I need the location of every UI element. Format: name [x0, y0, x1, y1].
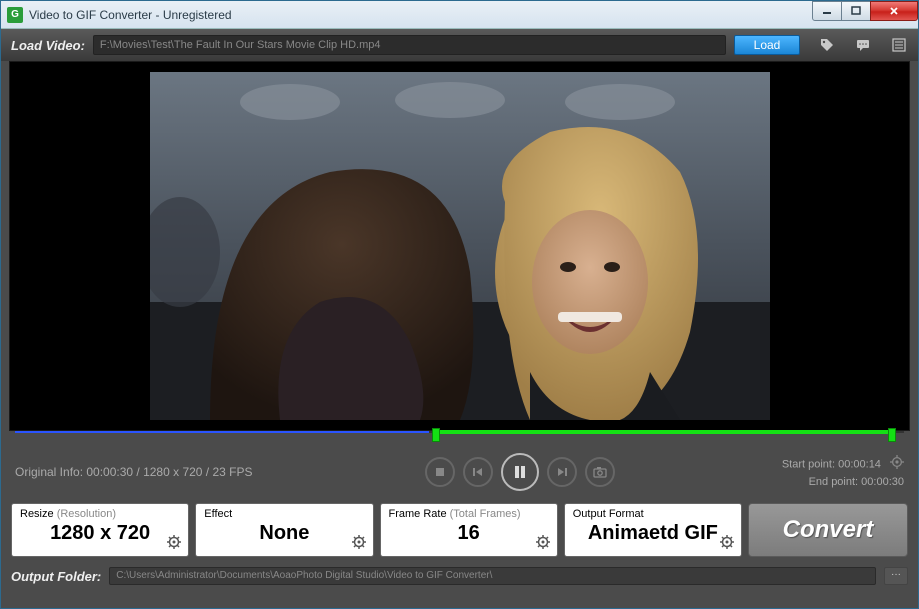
format-label: Output Format [573, 508, 644, 520]
end-point-label: End point: [809, 476, 859, 488]
load-toolbar: Load Video: F:\Movies\Test\The Fault In … [1, 29, 918, 61]
framerate-label: Frame Rate [389, 508, 447, 520]
resize-sublabel: (Resolution) [57, 508, 116, 520]
maximize-button[interactable] [841, 1, 871, 21]
effect-gear-icon[interactable] [351, 534, 367, 550]
video-path-input[interactable]: F:\Movies\Test\The Fault In Our Stars Mo… [93, 35, 726, 55]
video-frame [150, 72, 770, 420]
video-preview[interactable] [9, 61, 910, 431]
list-icon[interactable] [890, 36, 908, 54]
end-point-value: 00:00:30 [861, 476, 904, 488]
transport-controls [315, 453, 724, 491]
selection-end-handle[interactable] [888, 428, 896, 442]
output-folder-label: Output Folder: [11, 569, 101, 584]
timeline-played [15, 431, 429, 433]
comment-icon[interactable] [854, 36, 872, 54]
next-frame-button[interactable] [547, 457, 577, 487]
resize-value: 1280 x 720 [20, 520, 180, 546]
effect-value: None [204, 520, 364, 546]
format-value: Animaetd GIF [573, 520, 733, 546]
load-button[interactable]: Load [734, 35, 800, 55]
timeline-selection [434, 430, 892, 434]
framerate-setting[interactable]: Frame Rate (Total Frames) 16 [380, 503, 558, 557]
prev-frame-button[interactable] [463, 457, 493, 487]
app-icon: G [7, 7, 23, 23]
titlebar: G Video to GIF Converter - Unregistered [1, 1, 918, 29]
convert-button[interactable]: Convert [748, 503, 908, 557]
effect-label: Effect [204, 508, 232, 520]
framerate-gear-icon[interactable] [535, 534, 551, 550]
minimize-button[interactable] [812, 1, 842, 21]
format-gear-icon[interactable] [719, 534, 735, 550]
effect-setting[interactable]: Effect None [195, 503, 373, 557]
resize-gear-icon[interactable] [166, 534, 182, 550]
snapshot-button[interactable] [585, 457, 615, 487]
format-setting[interactable]: Output Format Animaetd GIF [564, 503, 742, 557]
pause-button[interactable] [501, 453, 539, 491]
timeline[interactable] [9, 431, 910, 445]
resize-setting[interactable]: Resize (Resolution) 1280 x 720 [11, 503, 189, 557]
output-path-input[interactable]: C:\Users\Administrator\Documents\AoaoPho… [109, 567, 876, 585]
close-button[interactable] [870, 1, 918, 21]
original-info: Original Info: 00:00:30 / 1280 x 720 / 2… [15, 465, 315, 479]
framerate-sublabel: (Total Frames) [450, 508, 521, 520]
window-title: Video to GIF Converter - Unregistered [29, 8, 813, 22]
selection-start-handle[interactable] [432, 428, 440, 442]
tag-icon[interactable] [818, 36, 836, 54]
stop-button[interactable] [425, 457, 455, 487]
browse-button[interactable]: ··· [884, 567, 908, 585]
range-settings-icon[interactable] [890, 455, 904, 474]
resize-label: Resize [20, 508, 54, 520]
range-info: Start point: 00:00:14 End point: 00:00:3… [724, 455, 904, 490]
start-point-value: 00:00:14 [838, 458, 881, 470]
start-point-label: Start point: [782, 458, 835, 470]
framerate-value: 16 [389, 520, 549, 546]
load-video-label: Load Video: [11, 38, 85, 53]
